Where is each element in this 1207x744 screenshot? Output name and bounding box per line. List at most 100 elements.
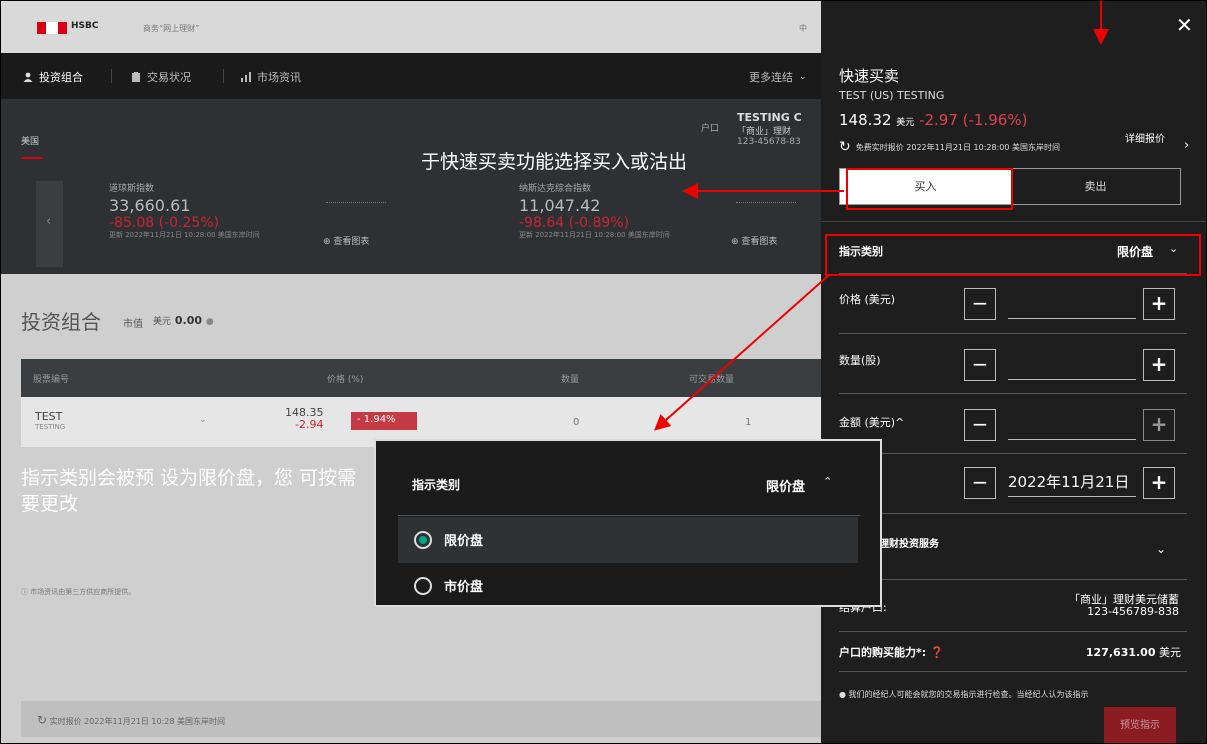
- amount-decrement-button[interactable]: −: [964, 409, 996, 441]
- index-name: 纳斯达克综合指数: [519, 184, 592, 194]
- quantity-decrement-button[interactable]: −: [964, 349, 996, 381]
- view-chart-link[interactable]: ⊕ 查看图表: [731, 234, 777, 247]
- chevron-right-icon[interactable]: ›: [1184, 138, 1189, 153]
- stock-price: 148.32 美元 -2.97 (-1.96%): [839, 111, 1027, 129]
- column-header[interactable]: 股票编号: [33, 372, 69, 385]
- order-type-dropdown: 指示类别 限价盘 ⌃ 限价盘 市价盘: [374, 439, 882, 607]
- highlight-buy-tab: [846, 168, 1013, 210]
- preview-order-button[interactable]: 预览指示: [1104, 707, 1176, 743]
- chevron-down-icon: ⌄: [799, 72, 807, 82]
- chart-icon: ⊕: [323, 237, 334, 247]
- nav-divider: [223, 69, 224, 83]
- change-percent-badge: - 1.94%: [351, 412, 417, 430]
- stock-code: TEST TESTING: [35, 410, 65, 431]
- index-card-nasdaq: 纳斯达克综合指数 11,047.42 -98.64 (-0.89%) 更新 20…: [519, 181, 719, 239]
- buying-power-label-text: 户口的购买能力*:: [839, 646, 927, 659]
- person-icon: [23, 72, 33, 82]
- nav-item-market-info[interactable]: 市场资讯: [241, 69, 301, 85]
- topbar-subtitle: 商务“网上理财”: [143, 24, 200, 33]
- account-name: TESTING C: [737, 111, 802, 124]
- stock-price: 148.35 -2.94: [285, 407, 324, 431]
- refresh-icon[interactable]: ↻: [839, 139, 851, 155]
- option-market-order[interactable]: 市价盘: [398, 563, 858, 609]
- main-nav: 投资组合 交易状况 市场资讯 更多连结 ⌄: [1, 53, 821, 99]
- dropdown-value[interactable]: 限价盘: [766, 476, 805, 495]
- view-chart-link[interactable]: ⊕ 查看图表: [323, 234, 369, 247]
- index-updated: 更新 2022年11月21日 10:28:00 美国东岸时间: [519, 231, 670, 239]
- page: HSBC 商务“网上理财” 中 投资组合 交易状况 市场资讯 更多连结 ⌄ 美国…: [0, 0, 1207, 744]
- date-input[interactable]: 2022年11月21日: [1008, 467, 1136, 497]
- chevron-down-icon[interactable]: ⌄: [199, 415, 207, 425]
- buying-power-label: 户口的购买能力*: ❓: [839, 644, 944, 660]
- quote-status-bar: ↻ 实时报价 2022年11月21日 10:28 美国东岸时间: [21, 701, 821, 737]
- amount-label: 金额 (美元)^: [839, 416, 905, 429]
- account-number: 123-45678-83: [737, 137, 801, 147]
- amount-increment-button[interactable]: +: [1143, 409, 1175, 441]
- index-name: 道琼斯指数: [109, 184, 155, 194]
- holdings-table-header: 股票编号 价格 (%) 数量 可交易数量: [21, 359, 821, 397]
- column-header[interactable]: 价格 (%): [327, 372, 363, 385]
- market-tab-us[interactable]: 美国: [21, 134, 39, 147]
- help-icon[interactable]: ❓: [930, 646, 944, 659]
- index-sparkline: [736, 202, 796, 203]
- option-limit-order[interactable]: 限价盘: [398, 517, 858, 563]
- quantity-increment-button[interactable]: +: [1143, 349, 1175, 381]
- quote-status-text: 实时报价 2022年11月21日 10:28 美国东岸时间: [49, 717, 226, 726]
- nav-item-portfolio[interactable]: 投资组合: [23, 69, 83, 85]
- date-increment-button[interactable]: +: [1143, 467, 1175, 499]
- close-icon[interactable]: ✕: [1176, 13, 1193, 37]
- divider: [839, 453, 1187, 454]
- account-summary[interactable]: TESTING C 「商业」理财 123-45678-83: [737, 111, 802, 147]
- quick-trade-panel: ✕ 快速买卖 TEST (US) TESTING 148.32 美元 -2.97…: [821, 1, 1206, 743]
- tradable-quantity: 1: [745, 417, 752, 428]
- radio-unselected-icon[interactable]: [414, 577, 432, 595]
- radio-selected-icon[interactable]: [414, 531, 432, 549]
- price-change: -2.97 (-1.96%): [919, 111, 1028, 129]
- column-header[interactable]: 可交易数量: [689, 372, 734, 385]
- bar-chart-icon: [241, 72, 251, 82]
- amount-input[interactable]: [1008, 410, 1136, 440]
- info-icon: ⓘ: [21, 588, 31, 596]
- price-currency: 美元: [896, 118, 915, 128]
- clipboard-icon: [132, 72, 140, 82]
- nav-item-trade-status[interactable]: 交易状况: [131, 69, 191, 85]
- view-chart-label: 查看图表: [741, 237, 778, 247]
- date-decrement-button[interactable]: −: [964, 467, 996, 499]
- chevron-up-icon[interactable]: ⌃: [823, 475, 832, 488]
- index-value: 11,047.42: [519, 196, 601, 215]
- portfolio-title: 投资组合: [21, 310, 101, 334]
- divider: [839, 513, 1187, 514]
- price-value: 148.32: [839, 111, 892, 129]
- quote-status: ↻ 实时报价 2022年11月21日 10:28 美国东岸时间: [37, 713, 225, 727]
- buying-power-number: 127,631.00: [1085, 646, 1156, 659]
- more-links-menu[interactable]: 更多连结 ⌄: [749, 69, 807, 85]
- quote-text: 免费实时报价 2022年11月21日 10:28:00 美国东岸时间: [855, 142, 1061, 152]
- column-header[interactable]: 数量: [561, 372, 579, 385]
- realtime-quote: ↻ 免费实时报价 2022年11月21日 10:28:00 美国东岸时间: [839, 139, 1060, 155]
- panel-title: 快速买卖: [839, 67, 900, 85]
- active-tab-indicator: [21, 157, 43, 159]
- price-input[interactable]: [1008, 289, 1136, 319]
- detail-quote-link[interactable]: 详细报价: [1123, 134, 1165, 146]
- nav-item-label: 投资组合: [39, 71, 83, 84]
- data-source-note: ⓘ 市场资讯由第三方供应商所提供。: [21, 587, 135, 597]
- market-overview: 美国 户口 TESTING C 「商业」理财 123-45678-83 ‹ 道琼…: [1, 99, 821, 274]
- divider: [839, 671, 1187, 672]
- nav-divider: [111, 69, 112, 83]
- highlight-order-type: [825, 234, 1201, 276]
- language-link[interactable]: 中: [799, 23, 807, 34]
- top-bar: HSBC 商务“网上理财” 中: [1, 1, 821, 53]
- index-updated: 更新 2022年11月21日 10:28:00 美国东岸时间: [109, 231, 260, 239]
- info-icon[interactable]: ●: [206, 317, 214, 327]
- refresh-icon[interactable]: ↻: [37, 713, 47, 727]
- quantity: 0: [573, 417, 580, 428]
- market-value-label: 市值: [123, 319, 143, 330]
- index-value: 33,660.61: [109, 196, 191, 215]
- chevron-down-icon[interactable]: ⌄: [1156, 542, 1166, 556]
- tab-sell[interactable]: 卖出: [1011, 169, 1180, 204]
- annotation-buy-sell: 于快速买卖功能选择买入或沽出: [421, 151, 688, 173]
- price-increment-button[interactable]: +: [1143, 288, 1175, 320]
- price-decrement-button[interactable]: −: [964, 288, 996, 320]
- hsbc-logo[interactable]: HSBC: [37, 20, 117, 36]
- quantity-input[interactable]: [1008, 350, 1136, 380]
